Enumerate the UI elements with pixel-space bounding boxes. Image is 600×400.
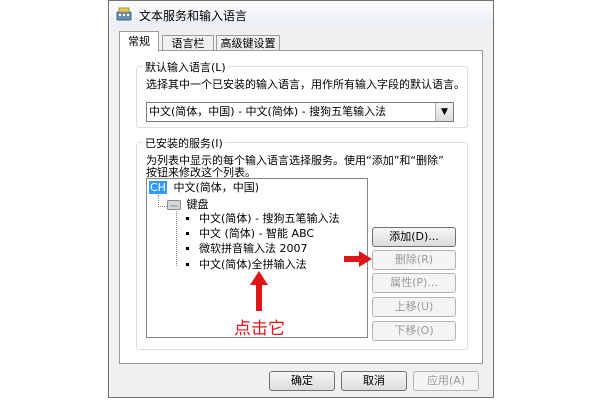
tree-category-label: 键盘 — [186, 198, 209, 211]
remove-button[interactable]: 删除(R) — [372, 250, 456, 270]
tree-language-label: 中文(简体，中国) — [173, 181, 260, 194]
bullet-icon — [186, 217, 189, 220]
bullet-icon — [186, 247, 189, 250]
tab-language-bar[interactable]: 语言栏 — [162, 35, 214, 51]
chevron-down-icon[interactable]: ▼ — [435, 103, 453, 121]
default-language-title: 默认输入语言(L) — [143, 59, 228, 75]
tree-category-row[interactable]: 键盘 — [167, 198, 209, 212]
default-language-description: 选择其中一个已安装的输入语言，用作所有输入字段的默认语言。 — [146, 78, 465, 91]
red-arrow-right-icon — [344, 251, 372, 267]
tree-item-smart-abc[interactable]: 中文 (简体) - 智能 ABC — [199, 227, 314, 241]
apply-button[interactable]: 应用(A) — [413, 371, 479, 391]
tab-advanced-key-settings[interactable]: 高级键设置 — [216, 35, 280, 51]
window-title: 文本服务和输入语言 — [139, 9, 248, 23]
default-language-value: 中文(简体，中国) - 中文(简体) - 搜狗五笔输入法 — [149, 105, 387, 118]
red-arrow-up-icon — [250, 271, 268, 311]
default-language-select[interactable]: 中文(简体，中国) - 中文(简体) - 搜狗五笔输入法 ▼ — [146, 102, 454, 122]
annotation-click-it: 点击它 — [234, 319, 285, 339]
tree-connector — [176, 211, 177, 266]
title-bar[interactable]: 文本服务和输入语言 — [109, 1, 493, 27]
keyboard-icon — [167, 200, 181, 210]
bullet-icon — [186, 263, 189, 266]
keyboard-icon — [116, 7, 132, 21]
tree-item-sogou-wubi[interactable]: 中文(简体) - 搜狗五笔输入法 — [199, 212, 340, 226]
tree-connector — [158, 206, 167, 207]
tree-language-row[interactable]: CH 中文(简体，中国) — [149, 181, 259, 195]
tree-item-microsoft-pinyin[interactable]: 微软拼音输入法 2007 — [199, 242, 308, 256]
ok-button[interactable]: 确定 — [269, 371, 335, 391]
move-down-button[interactable]: 下移(O) — [372, 321, 456, 341]
installed-services-title: 已安装的服务(I) — [143, 135, 225, 151]
properties-button[interactable]: 属性(P)... — [372, 273, 456, 293]
bullet-icon — [186, 232, 189, 235]
cancel-button[interactable]: 取消 — [341, 371, 407, 391]
tree-item-quanpin[interactable]: 中文(简体)全拼输入法 — [199, 258, 307, 272]
add-button[interactable]: 添加(D)... — [372, 227, 456, 247]
move-up-button[interactable]: 上移(U) — [372, 297, 456, 317]
tab-general[interactable]: 常规 — [119, 31, 159, 52]
language-badge: CH — [149, 181, 167, 194]
